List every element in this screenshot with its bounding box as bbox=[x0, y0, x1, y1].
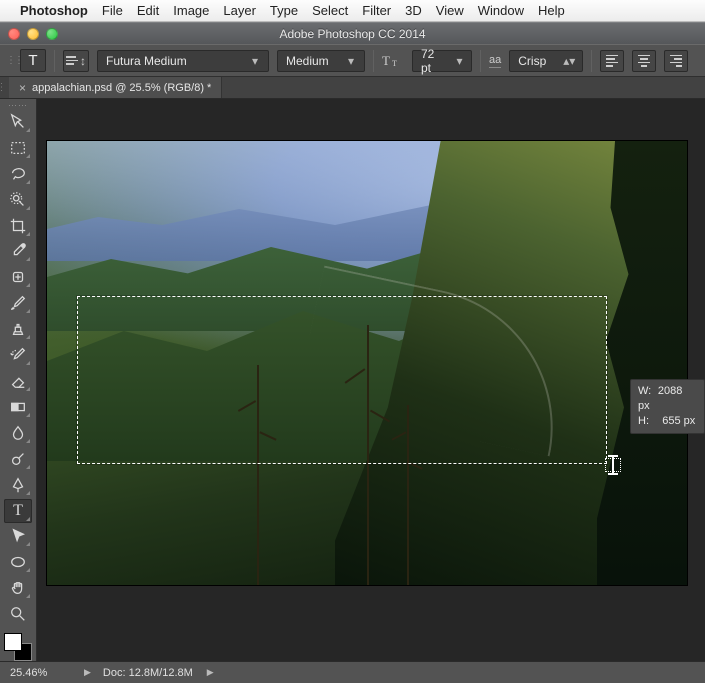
menu-image[interactable]: Image bbox=[173, 3, 209, 18]
dodge-tool[interactable] bbox=[4, 447, 32, 471]
gradient-tool[interactable] bbox=[4, 395, 32, 419]
document-tab-label: appalachian.psd @ 25.5% (RGB/8) * bbox=[32, 82, 211, 94]
antialias-value: Crisp bbox=[518, 54, 546, 68]
zoom-menu-icon[interactable]: ▶ bbox=[84, 667, 91, 678]
align-center-button[interactable] bbox=[632, 50, 656, 72]
antialias-icon: aa bbox=[489, 54, 501, 68]
stepper-icon: ▴▾ bbox=[562, 54, 576, 68]
shape-tool[interactable] bbox=[4, 550, 32, 574]
text-orientation-toggle[interactable]: ↕ bbox=[63, 50, 89, 72]
zoom-tool[interactable] bbox=[4, 602, 32, 626]
canvas-area[interactable]: W: 2088 px H: 655 px bbox=[37, 99, 705, 661]
font-family-dropdown[interactable]: Futura Medium ▾ bbox=[97, 50, 269, 72]
tools-grip[interactable]: ⋯⋯ bbox=[0, 101, 36, 109]
chevron-down-icon: ▾ bbox=[344, 54, 358, 68]
align-right-button[interactable] bbox=[664, 50, 688, 72]
eyedropper-tool[interactable] bbox=[4, 240, 32, 264]
menu-file[interactable]: File bbox=[102, 3, 123, 18]
crop-tool[interactable] bbox=[4, 214, 32, 238]
font-family-value: Futura Medium bbox=[106, 54, 187, 68]
mac-menubar: Photoshop File Edit Image Layer Type Sel… bbox=[0, 0, 705, 22]
menu-layer[interactable]: Layer bbox=[223, 3, 256, 18]
menu-select[interactable]: Select bbox=[312, 3, 348, 18]
type-cursor-icon bbox=[606, 455, 620, 475]
type-tool[interactable]: T bbox=[4, 499, 32, 523]
separator bbox=[480, 50, 481, 72]
status-bar: 25.46% ▶ Doc: 12.8M/12.8M ▶ bbox=[0, 661, 705, 683]
healing-brush-tool[interactable] bbox=[4, 265, 32, 289]
brush-tool[interactable] bbox=[4, 291, 32, 315]
text-box-marquee[interactable] bbox=[77, 296, 607, 464]
font-size-value: 72 pt bbox=[421, 47, 442, 75]
marquee-tool[interactable] bbox=[4, 136, 32, 160]
doc-info-menu-icon[interactable]: ▶ bbox=[207, 667, 214, 678]
tool-preset-picker[interactable]: T bbox=[20, 49, 46, 72]
lasso-tool[interactable] bbox=[4, 162, 32, 186]
path-select-tool[interactable] bbox=[4, 525, 32, 549]
quick-select-tool[interactable] bbox=[4, 188, 32, 212]
menu-view[interactable]: View bbox=[436, 3, 464, 18]
clone-stamp-tool[interactable] bbox=[4, 317, 32, 341]
pen-tool[interactable] bbox=[4, 473, 32, 497]
hand-tool[interactable] bbox=[4, 576, 32, 600]
doc-info[interactable]: Doc: 12.8M/12.8M bbox=[103, 667, 193, 679]
chevron-down-icon: ▾ bbox=[248, 54, 262, 68]
eraser-tool[interactable] bbox=[4, 369, 32, 393]
tabbar-grip[interactable]: ⋮⋮ bbox=[0, 77, 9, 98]
antialias-dropdown[interactable]: Crisp ▴▾ bbox=[509, 50, 583, 72]
font-size-dropdown[interactable]: 72 pt ▾ bbox=[412, 50, 472, 72]
foreground-color-swatch[interactable] bbox=[4, 633, 22, 651]
separator bbox=[54, 50, 55, 72]
menu-3d[interactable]: 3D bbox=[405, 3, 422, 18]
menu-edit[interactable]: Edit bbox=[137, 3, 159, 18]
dimension-readout: W: 2088 px H: 655 px bbox=[630, 379, 705, 434]
font-size-icon: T bbox=[382, 53, 404, 69]
font-style-value: Medium bbox=[286, 54, 329, 68]
separator bbox=[591, 50, 592, 72]
window-titlebar: Adobe Photoshop CC 2014 bbox=[0, 22, 705, 44]
align-left-button[interactable] bbox=[600, 50, 624, 72]
font-style-dropdown[interactable]: Medium ▾ bbox=[277, 50, 365, 72]
menu-help[interactable]: Help bbox=[538, 3, 565, 18]
workarea: ⋯⋯ T bbox=[0, 99, 705, 661]
window-title: Adobe Photoshop CC 2014 bbox=[0, 27, 705, 41]
separator bbox=[373, 50, 374, 72]
blur-tool[interactable] bbox=[4, 421, 32, 445]
menu-filter[interactable]: Filter bbox=[362, 3, 391, 18]
close-tab-icon[interactable]: × bbox=[19, 81, 26, 95]
app-menu[interactable]: Photoshop bbox=[20, 3, 88, 18]
zoom-level[interactable]: 25.46% bbox=[10, 667, 70, 679]
color-swatches[interactable] bbox=[4, 633, 32, 661]
tools-panel: ⋯⋯ T bbox=[0, 99, 37, 661]
menu-type[interactable]: Type bbox=[270, 3, 298, 18]
move-tool[interactable] bbox=[4, 110, 32, 134]
options-bar: ⋮⋮ T ↕ Futura Medium ▾ Medium ▾ T 72 pt … bbox=[0, 44, 705, 77]
history-brush-tool[interactable] bbox=[4, 343, 32, 367]
document-tab[interactable]: × appalachian.psd @ 25.5% (RGB/8) * bbox=[9, 77, 222, 98]
menu-window[interactable]: Window bbox=[478, 3, 524, 18]
document-tab-bar: ⋮⋮ × appalachian.psd @ 25.5% (RGB/8) * bbox=[0, 77, 705, 99]
chevron-down-icon: ▾ bbox=[454, 54, 465, 68]
options-grip[interactable]: ⋮⋮ bbox=[6, 55, 12, 66]
